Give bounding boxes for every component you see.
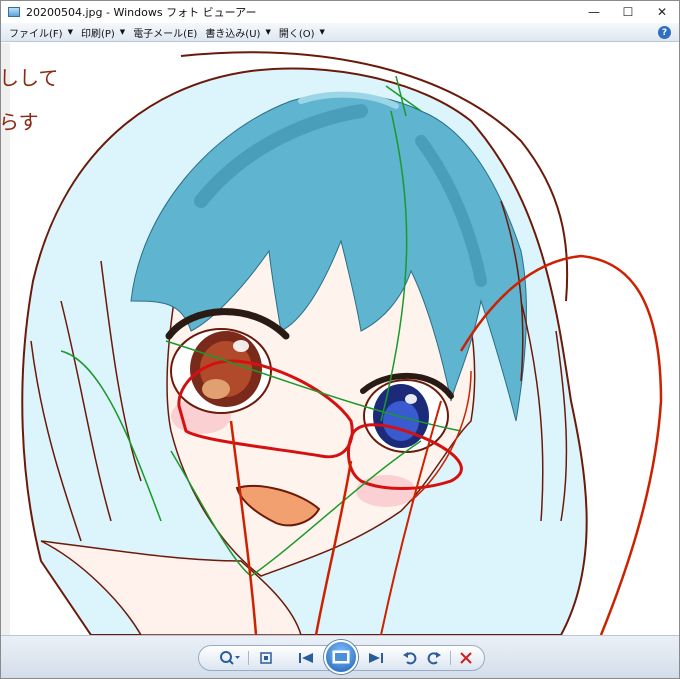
zoom-icon — [220, 651, 240, 665]
menu-burn-label: 書き込み(U) — [205, 28, 261, 40]
photo-viewer-app-icon[interactable] — [8, 7, 20, 17]
zoom-button[interactable] — [217, 649, 243, 667]
fit-window-icon — [260, 652, 272, 664]
toolbar-separator — [450, 651, 451, 665]
chevron-down-icon: ▼ — [319, 28, 325, 36]
displayed-image: しして らす — [1, 43, 679, 635]
menu-burn[interactable]: 書き込み(U) ▼ — [205, 25, 271, 40]
rotate-right-button[interactable] — [425, 649, 443, 667]
title-bar[interactable]: 20200504.jpg - Windows フォト ビューアー — ☐ ✕ — [1, 1, 679, 23]
chevron-down-icon: ▼ — [67, 28, 73, 36]
rotate-left-button[interactable] — [401, 649, 419, 667]
window-title: 20200504.jpg - Windows フォト ビューアー — [26, 6, 257, 19]
slideshow-icon — [332, 650, 350, 664]
menu-print[interactable]: 印刷(P) ▼ — [81, 25, 125, 40]
rotate-clockwise-icon — [427, 652, 441, 665]
help-icon[interactable]: ? — [658, 26, 671, 39]
menu-file[interactable]: ファイル(F) ▼ — [9, 25, 73, 40]
previous-button[interactable] — [292, 649, 322, 667]
menu-email[interactable]: 電子メール(E) — [133, 25, 197, 40]
chevron-down-icon: ▼ — [265, 28, 271, 36]
image-handwriting-line2: らす — [1, 110, 39, 134]
toolbar-separator — [248, 651, 249, 665]
fit-window-button[interactable] — [255, 649, 277, 667]
delete-button[interactable] — [457, 649, 475, 667]
next-button[interactable] — [360, 649, 390, 667]
maximize-button[interactable]: ☐ — [611, 1, 645, 23]
menu-print-label: 印刷(P) — [80, 28, 115, 40]
menu-file-label: ファイル(F) — [9, 28, 63, 40]
rotate-counterclockwise-icon — [403, 652, 417, 665]
delete-icon — [460, 652, 472, 664]
image-viewport[interactable]: しして らす — [1, 43, 679, 635]
photo-viewer-window: 20200504.jpg - Windows フォト ビューアー — ☐ ✕ フ… — [0, 0, 680, 679]
menu-bar: ファイル(F) ▼ 印刷(P) ▼ 電子メール(E) 書き込み(U) ▼ 開く(O) ▼… — [1, 23, 679, 42]
menu-open[interactable]: 開く(O) ▼ — [279, 25, 325, 40]
menu-open-label: 開く(O) — [278, 28, 315, 40]
menu-email-label: 電子メール(E) — [133, 28, 198, 40]
bottom-toolbar — [1, 635, 679, 678]
previous-icon — [299, 653, 313, 663]
next-icon — [369, 653, 383, 663]
window-controls: — ☐ ✕ — [577, 1, 679, 23]
chevron-down-icon: ▼ — [119, 28, 126, 36]
image-handwriting-line1: しして — [1, 66, 58, 90]
close-button[interactable]: ✕ — [645, 1, 679, 23]
slideshow-button[interactable] — [324, 640, 358, 674]
minimize-button[interactable]: — — [577, 1, 611, 23]
